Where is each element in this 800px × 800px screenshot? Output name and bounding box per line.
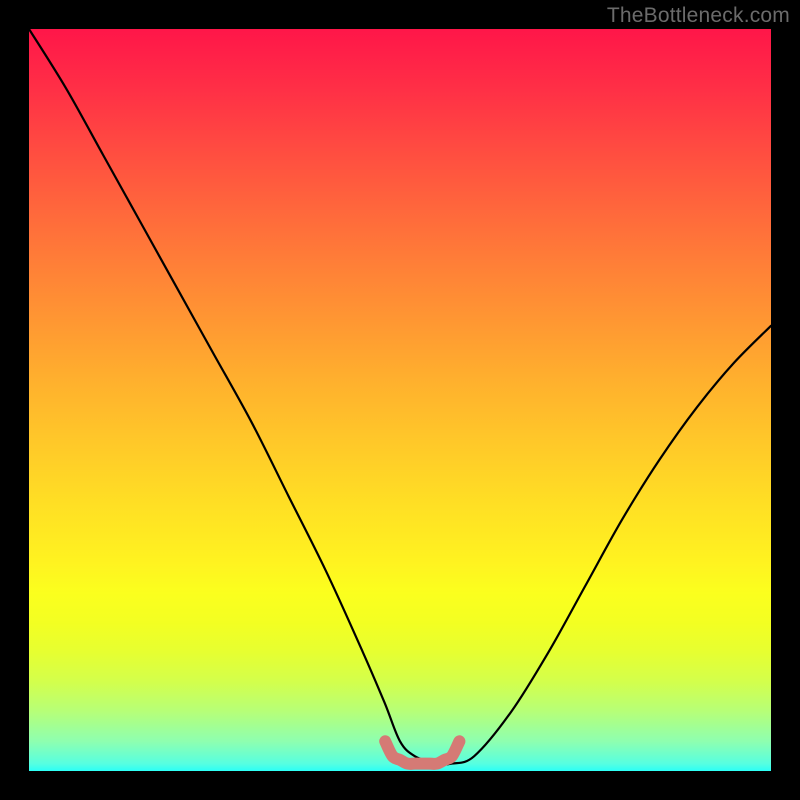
watermark-text: TheBottleneck.com [607, 4, 790, 28]
gradient-plot-area [29, 29, 771, 771]
bottom-hump [385, 741, 459, 764]
chart-frame: TheBottleneck.com [0, 0, 800, 800]
curve-svg [29, 29, 771, 771]
bottleneck-curve [29, 29, 771, 765]
